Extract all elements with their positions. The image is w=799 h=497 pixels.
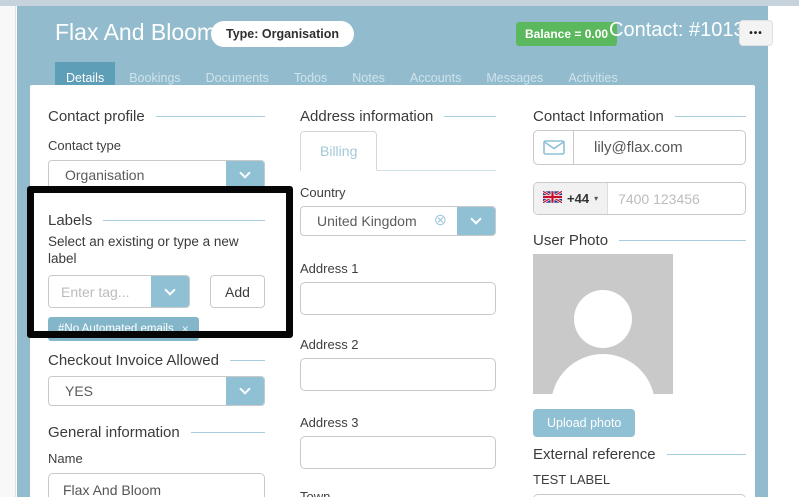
phone-field[interactable]: +44 ▾	[533, 182, 746, 215]
page-title: Flax And Bloom	[55, 19, 216, 46]
checkout-invoice-select[interactable]: YES	[48, 376, 265, 406]
ellipsis-icon: •••	[749, 28, 763, 39]
address3-input[interactable]	[300, 436, 496, 469]
section-external-reference: External reference	[533, 446, 746, 463]
checkout-invoice-value: YES	[49, 377, 226, 405]
section-title: External reference	[533, 446, 656, 463]
country-select[interactable]: United Kingdom ⊗	[300, 206, 496, 236]
contact-details-screen: Flax And Bloom Type: Organisation Balanc…	[0, 0, 799, 497]
tag-input[interactable]	[49, 276, 151, 307]
tag-entry-row: Add	[48, 275, 265, 308]
chevron-down-icon	[151, 276, 189, 307]
section-contact-information: Contact Information	[533, 108, 746, 125]
name-label: Name	[48, 451, 265, 466]
column-contact-information: Contact Information lily@flax.com	[533, 85, 746, 497]
address2-input[interactable]	[300, 358, 496, 391]
phone-input[interactable]	[608, 183, 745, 214]
section-labels: Labels	[48, 212, 265, 229]
address1-input[interactable]	[300, 282, 496, 315]
name-input[interactable]	[48, 473, 265, 497]
add-tag-button[interactable]: Add	[210, 275, 265, 308]
chevron-down-icon	[457, 207, 495, 235]
country-label: Country	[300, 185, 496, 200]
page-left-gutter	[0, 0, 16, 497]
address2-label: Address 2	[300, 337, 496, 352]
contact-type-value: Organisation	[49, 161, 226, 189]
tag-label: #No Automated emails	[58, 323, 174, 335]
tag-pill[interactable]: #No Automated emails ×	[48, 317, 199, 341]
section-title: General information	[48, 424, 180, 441]
labels-hint: Select an existing or type a new label	[48, 233, 265, 267]
column-address-information: Address information Billing Country Unit…	[300, 85, 496, 497]
section-general-information: General information	[48, 424, 265, 441]
section-title: User Photo	[533, 232, 608, 249]
chevron-down-icon	[226, 377, 264, 405]
upload-photo-button[interactable]: Upload photo	[533, 409, 635, 437]
section-user-photo: User Photo	[533, 232, 746, 249]
section-title: Address information	[300, 108, 433, 125]
caret-down-icon: ▾	[594, 194, 598, 203]
address1-label: Address 1	[300, 261, 496, 276]
more-options-button[interactable]: •••	[739, 20, 773, 46]
section-contact-profile: Contact profile	[48, 108, 265, 125]
balance-badge: Balance = 0.00	[516, 22, 617, 46]
contact-type-select[interactable]: Organisation	[48, 160, 265, 190]
envelope-icon	[534, 131, 574, 164]
section-title: Contact profile	[48, 108, 145, 125]
clear-country-icon[interactable]: ⊗	[434, 213, 447, 229]
section-address-information: Address information	[300, 108, 496, 125]
uk-flag-icon	[543, 190, 562, 208]
tab-billing[interactable]: Billing	[300, 131, 377, 171]
user-photo-placeholder	[533, 254, 673, 394]
email-field[interactable]: lily@flax.com	[533, 130, 746, 165]
section-checkout-invoice: Checkout Invoice Allowed	[48, 352, 265, 369]
email-value: lily@flax.com	[574, 131, 745, 164]
chevron-down-icon	[226, 161, 264, 189]
remove-tag-icon[interactable]: ×	[182, 322, 189, 336]
external-reference-label: TEST LABEL	[533, 472, 746, 487]
town-label: Town	[300, 489, 496, 497]
dial-code: +44	[567, 191, 589, 206]
address3-label: Address 3	[300, 415, 496, 430]
dial-code-selector[interactable]: +44 ▾	[534, 183, 608, 214]
section-title: Labels	[48, 212, 92, 229]
country-value: United Kingdom ⊗	[301, 207, 457, 235]
address-tab-bar: Billing	[300, 131, 496, 171]
column-contact-profile: Contact profile Contact type Organisatio…	[48, 85, 265, 497]
section-title: Checkout Invoice Allowed	[48, 352, 219, 369]
person-icon	[574, 290, 632, 348]
section-title: Contact Information	[533, 108, 664, 125]
contact-type-label: Contact type	[48, 138, 265, 153]
contact-type-badge: Type: Organisation	[211, 21, 354, 47]
tag-select[interactable]	[48, 275, 190, 308]
